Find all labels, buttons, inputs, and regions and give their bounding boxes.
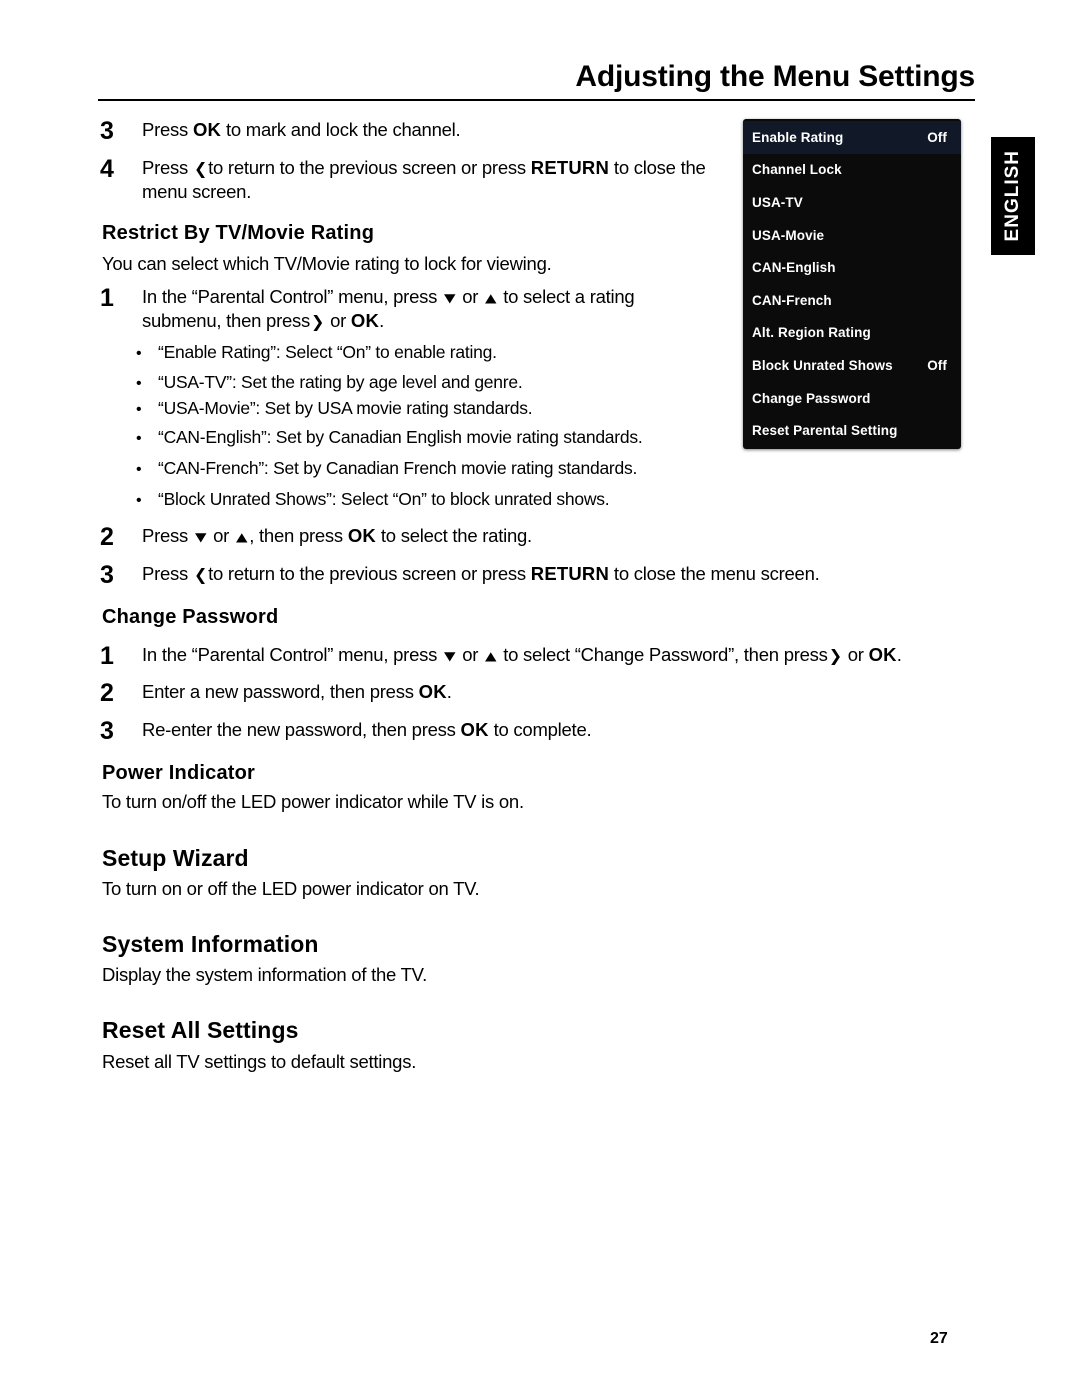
osd-menu-row-label: Alt. Region Rating xyxy=(752,325,871,341)
step-item: 1 In the “Parental Control” menu, press … xyxy=(100,285,740,334)
section-body-reset-all-settings: Reset all TV settings to default setting… xyxy=(102,1051,417,1072)
document-page: Adjusting the Menu Settings ENGLISH Enab… xyxy=(0,0,1080,1397)
osd-menu-row-label: USA-Movie xyxy=(752,227,825,243)
page-header-title: Adjusting the Menu Settings xyxy=(575,60,975,93)
osd-menu-row[interactable]: CAN-French xyxy=(743,284,961,317)
step-number: 3 xyxy=(100,717,114,745)
step-item: 3 Press ❮to return to the previous scree… xyxy=(100,562,980,588)
step-text: In the “Parental Control” menu, press ▼ … xyxy=(142,286,635,332)
osd-menu-row[interactable]: USA-TV xyxy=(743,186,961,219)
language-side-tab-label: ENGLISH xyxy=(1002,150,1023,242)
section-heading-change-password: Change Password xyxy=(102,606,279,628)
osd-menu-row-label: Enable Rating xyxy=(752,129,844,145)
section-heading-power-indicator: Power Indicator xyxy=(102,762,256,784)
section-heading-setup-wizard: Setup Wizard xyxy=(102,845,249,871)
step-text: Press OK to mark and lock the channel. xyxy=(142,119,461,140)
step-item: 3 Re-enter the new password, then press … xyxy=(100,718,980,744)
section-body-power-indicator: To turn on/off the LED power indicator w… xyxy=(102,791,524,812)
list-item: • “Enable Rating”: Select “On” to enable … xyxy=(130,341,870,364)
section-intro-text: You can select which TV/Movie rating to … xyxy=(102,253,552,274)
step-number: 2 xyxy=(100,523,114,551)
osd-menu-row-value: Off xyxy=(927,357,947,373)
osd-menu-row[interactable]: CAN-English xyxy=(743,251,961,284)
step-number: 1 xyxy=(100,642,114,670)
page-number: 27 xyxy=(930,1330,948,1347)
list-item-text: “Enable Rating”: Select “On” to enable r… xyxy=(158,342,497,362)
step-item: 2 Press ▼ or ▲, then press OK to select … xyxy=(100,524,900,550)
osd-menu-row-label: CAN-English xyxy=(752,260,836,276)
osd-menu-row[interactable]: Enable Rating Off xyxy=(743,121,961,154)
step-text: Enter a new password, then press OK. xyxy=(142,681,452,702)
step-number: 4 xyxy=(100,155,114,183)
list-item: • “USA-TV”: Set the rating by age level a… xyxy=(130,371,870,394)
list-item-text: “CAN-English”: Set by Canadian English m… xyxy=(158,427,643,447)
step-item: 3 Press OK to mark and lock the channel. xyxy=(100,118,740,144)
step-text: In the “Parental Control” menu, press ▼ … xyxy=(142,644,902,665)
osd-menu-row[interactable]: Channel Lock xyxy=(743,154,961,187)
section-heading-system-information: System Information xyxy=(102,931,319,957)
step-number: 1 xyxy=(100,284,114,312)
step-text: Press ❮to return to the previous screen … xyxy=(142,157,706,203)
list-item-text: “CAN-French”: Set by Canadian French mov… xyxy=(158,458,638,478)
bullet-marker-icon: • xyxy=(136,375,142,392)
section-heading-restrict-rating: Restrict By TV/Movie Rating xyxy=(102,222,375,244)
osd-menu-row-label: CAN-French xyxy=(752,292,832,308)
section-heading-reset-all-settings: Reset All Settings xyxy=(102,1017,299,1043)
bullet-marker-icon: • xyxy=(136,430,142,447)
list-item-text: “Block Unrated Shows”: Select “On” to bl… xyxy=(158,489,610,509)
bullet-marker-icon: • xyxy=(136,345,142,362)
step-text: Press ❮to return to the previous screen … xyxy=(142,563,820,584)
step-item: 1 In the “Parental Control” menu, press … xyxy=(100,643,980,669)
bullet-marker-icon: • xyxy=(136,461,142,478)
header-divider-rule xyxy=(98,99,975,101)
bullet-marker-icon: • xyxy=(136,401,142,418)
list-item: • “USA-Movie”: Set by USA movie rating st… xyxy=(130,397,870,420)
step-text: Re-enter the new password, then press OK… xyxy=(142,719,592,740)
section-body-setup-wizard: To turn on or off the LED power indicato… xyxy=(102,878,480,899)
osd-menu-row-value: Off xyxy=(927,129,947,145)
language-side-tab: ENGLISH xyxy=(991,137,1035,255)
step-number: 3 xyxy=(100,117,114,145)
list-item-text: “USA-Movie”: Set by USA movie rating sta… xyxy=(158,398,533,418)
section-body-system-information: Display the system information of the TV… xyxy=(102,964,427,985)
step-item: 2 Enter a new password, then press OK. xyxy=(100,680,980,706)
step-number: 2 xyxy=(100,679,114,707)
step-item: 4 Press ❮to return to the previous scree… xyxy=(100,156,760,205)
osd-menu-row-label: Channel Lock xyxy=(752,162,842,178)
list-item: • “CAN-French”: Set by Canadian French mo… xyxy=(130,457,870,480)
list-item: • “Block Unrated Shows”: Select “On” to b… xyxy=(130,488,870,511)
osd-menu-row[interactable]: USA-Movie xyxy=(743,219,961,252)
step-text: Press ▼ or ▲, then press OK to select th… xyxy=(142,525,532,546)
bullet-marker-icon: • xyxy=(136,492,142,509)
step-number: 3 xyxy=(100,561,114,589)
list-item: • “CAN-English”: Set by Canadian English … xyxy=(130,426,870,449)
list-item-text: “USA-TV”: Set the rating by age level an… xyxy=(158,372,523,392)
